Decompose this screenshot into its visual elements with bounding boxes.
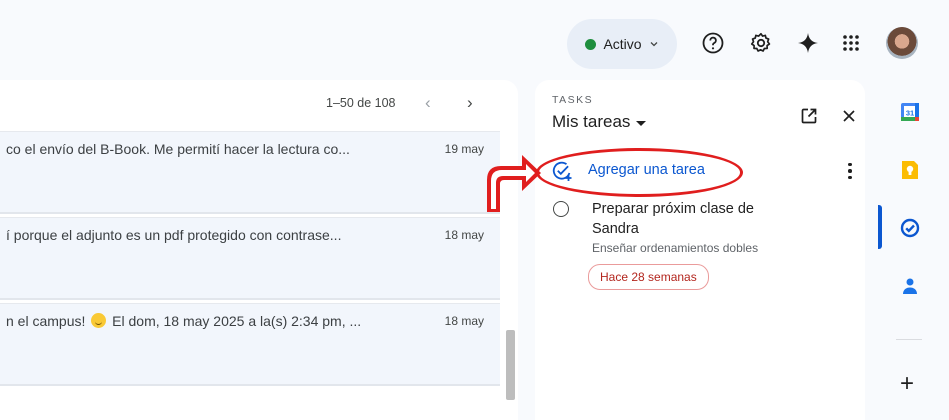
gear-icon[interactable]: [748, 30, 774, 56]
calendar-day-number: 31: [906, 109, 914, 118]
smiley-emoji-icon: [91, 313, 107, 328]
pagination-range: 1–50 de 108: [326, 96, 396, 110]
mail-snippet: í porque el adjunto es un pdf protegido …: [6, 227, 342, 243]
mail-snippet: n el campus! El dom, 18 may 2025 a la(s)…: [6, 313, 361, 329]
task-list-selector[interactable]: Mis tareas: [552, 112, 647, 132]
status-active-dot: [585, 38, 597, 50]
mail-scrollbar[interactable]: [506, 330, 515, 400]
close-icon[interactable]: [837, 104, 861, 128]
sparkle-icon[interactable]: [795, 30, 821, 56]
active-app-indicator: [878, 205, 882, 249]
status-button[interactable]: Activo: [567, 19, 677, 69]
more-options-icon[interactable]: [843, 158, 857, 184]
apps-grid-icon[interactable]: [838, 30, 864, 56]
tasks-section-label: TASKS: [552, 94, 594, 106]
avatar[interactable]: [886, 27, 918, 59]
contacts-icon[interactable]: [900, 276, 920, 296]
task-details: Enseñar ordenamientos dobles: [592, 241, 759, 255]
annotation-arrow-icon: [487, 155, 541, 212]
calendar-icon[interactable]: 31: [900, 102, 920, 122]
caret-down-icon: [636, 121, 647, 126]
mail-row[interactable]: í porque el adjunto es un pdf protegido …: [0, 217, 500, 300]
add-app-icon[interactable]: +: [900, 372, 914, 396]
mail-list: co el envío del B-Book. Me permití hacer…: [0, 131, 500, 386]
prev-page-icon[interactable]: ‹: [425, 93, 431, 113]
task-due-date-chip[interactable]: Hace 28 semanas: [588, 264, 709, 290]
keep-icon[interactable]: [900, 160, 920, 180]
mail-row[interactable]: co el envío del B-Book. Me permití hacer…: [0, 131, 500, 214]
tasks-icon[interactable]: [900, 218, 920, 238]
mail-date: 18 may: [444, 228, 484, 242]
mail-snippet-end: El dom, 18 may 2025 a la(s) 2:34 pm, ...: [108, 313, 362, 329]
highlight-annotation-ellipse: [536, 148, 743, 197]
mail-date: 18 may: [444, 314, 484, 328]
chevron-down-icon: [650, 42, 658, 47]
open-in-new-window-icon[interactable]: [797, 104, 821, 128]
top-bar: Activo: [0, 0, 949, 80]
status-label: Activo: [603, 36, 642, 52]
rail-divider: [896, 339, 922, 340]
mail-snippet-start: n el campus!: [6, 313, 90, 329]
task-list-title: Mis tareas: [552, 112, 631, 131]
task-complete-checkbox[interactable]: [553, 201, 569, 217]
next-page-icon[interactable]: ›: [467, 93, 473, 113]
task-title: Preparar próxim clase de Sandra: [592, 201, 754, 237]
side-panel-rail: [880, 80, 949, 420]
mail-snippet: co el envío del B-Book. Me permití hacer…: [6, 141, 350, 157]
help-icon[interactable]: [700, 30, 726, 56]
mail-row[interactable]: n el campus! El dom, 18 may 2025 a la(s)…: [0, 303, 500, 386]
